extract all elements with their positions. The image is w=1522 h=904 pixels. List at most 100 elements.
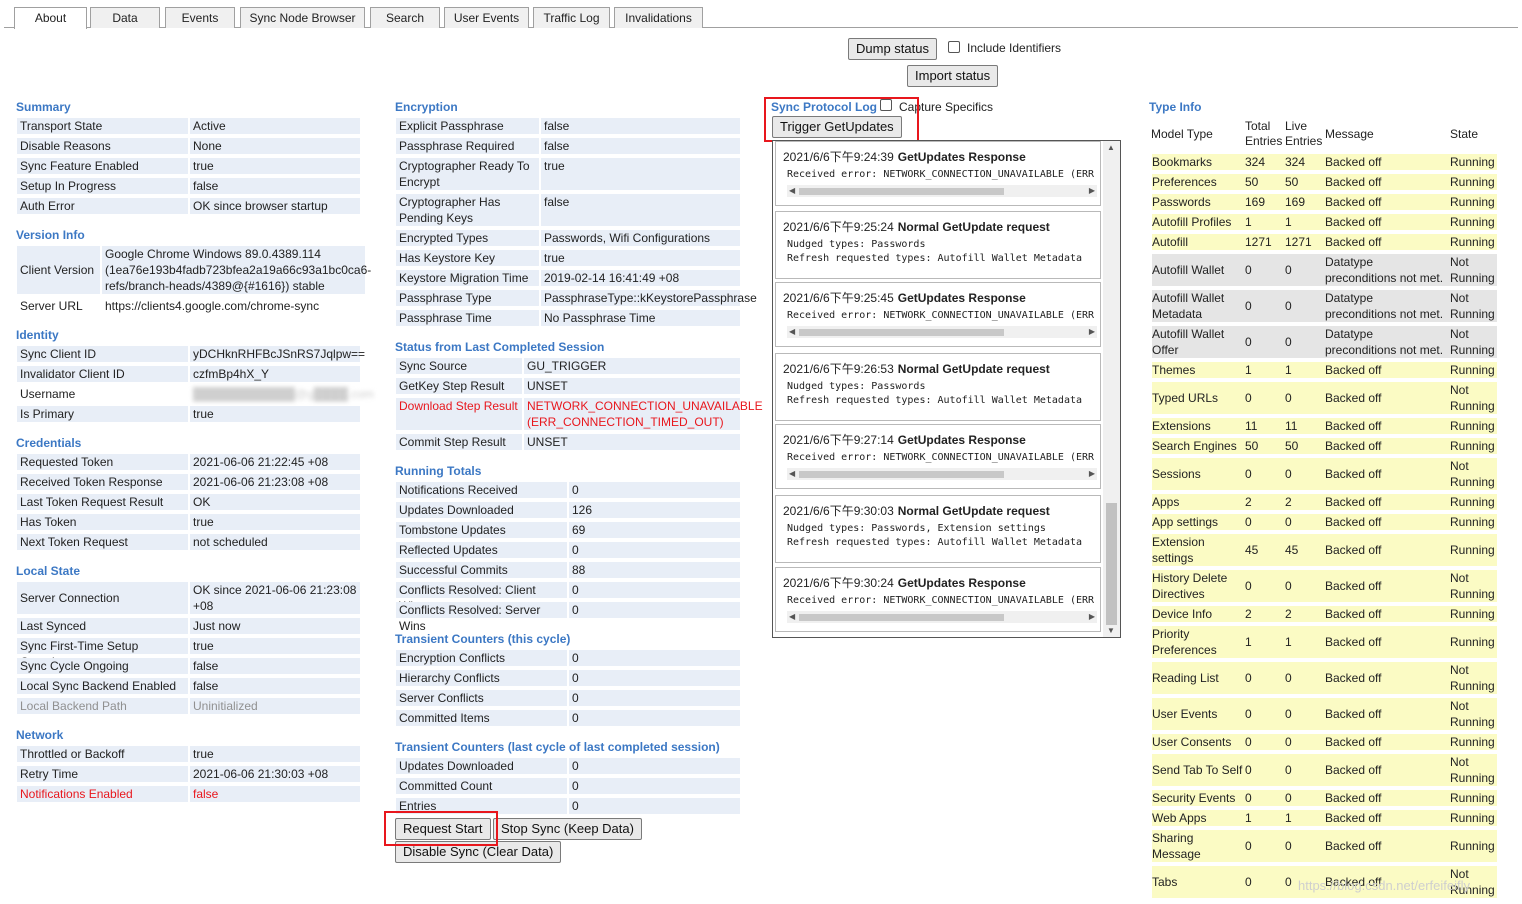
row-label: Committed Items	[396, 710, 567, 726]
row-label: Has Keystore Key	[396, 250, 539, 266]
type-info-row: App settings 0 0 Backed off Running	[1152, 514, 1497, 530]
scroll-right-icon[interactable]: ▶	[1089, 468, 1095, 480]
log-entry-hscroll[interactable]: ◀ ▶	[787, 185, 1097, 197]
row-label: Cryptographer Has Pending Keys	[396, 194, 539, 226]
type-info-cell: Not Running	[1450, 699, 1495, 729]
tab-events[interactable]: Events	[165, 7, 235, 28]
type-info-cell: 1	[1245, 215, 1252, 229]
log-scroll-thumb[interactable]	[1106, 503, 1117, 625]
type-info-cell: Running	[1450, 495, 1495, 509]
log-entry-hscroll[interactable]: ◀ ▶	[787, 326, 1097, 338]
type-info-header-cell: State	[1450, 127, 1479, 141]
row-label: Requested Token	[17, 454, 188, 470]
type-info-cell: Backed off	[1325, 175, 1382, 189]
log-entry[interactable]: 2021/6/6下午9:27:14 GetUpdates Response Rece…	[775, 424, 1101, 489]
tab-invalidations[interactable]: Invalidations	[614, 7, 703, 28]
type-info-cell: Themes	[1152, 363, 1196, 377]
type-info-row: Bookmarks 324 324 Backed off Running	[1152, 154, 1497, 170]
log-entry[interactable]: 2021/6/6下午9:24:39 GetUpdates Response Rece…	[775, 141, 1101, 206]
hscroll-thumb[interactable]	[799, 329, 1004, 336]
type-info-cell: Backed off	[1325, 467, 1382, 481]
tab-data[interactable]: Data	[90, 7, 160, 28]
row-label: Notifications Enabled	[17, 786, 188, 802]
type-info-cell: Datatype preconditions not met.	[1325, 291, 1444, 321]
scroll-right-icon[interactable]: ▶	[1089, 611, 1095, 623]
type-info-header-cell: Message	[1325, 127, 1374, 141]
row-label: Client Version	[17, 246, 100, 294]
type-info-row: Autofill 1271 1271 Backed off Running	[1152, 234, 1497, 250]
hscroll-thumb[interactable]	[799, 188, 1004, 195]
log-entry[interactable]: 2021/6/6下午9:30:24 GetUpdates Response Rece…	[775, 567, 1101, 632]
log-vertical-scrollbar[interactable]: ▲ ▼	[1103, 141, 1120, 637]
row-value: Just now	[190, 618, 360, 634]
type-info-row: Passwords 169 169 Backed off Running	[1152, 194, 1497, 210]
type-info-cell: Not Running	[1450, 255, 1495, 285]
scroll-down-icon[interactable]: ▼	[1107, 626, 1115, 635]
scroll-left-icon[interactable]: ◀	[789, 468, 795, 480]
tab-user-events[interactable]: User Events	[444, 7, 529, 28]
type-info-cell: 0	[1285, 579, 1292, 593]
type-info-cell: 1	[1285, 635, 1292, 649]
type-info-row: User Consents 0 0 Backed off Running	[1152, 734, 1497, 750]
type-info-cell: Backed off	[1325, 635, 1382, 649]
row-value: GU_TRIGGER	[524, 358, 740, 374]
log-entry-hscroll[interactable]: ◀ ▶	[787, 611, 1097, 623]
row-label: Tombstone Updates	[396, 522, 567, 538]
type-info-row: Security Events 0 0 Backed off Running	[1152, 790, 1497, 806]
type-info-cell: Apps	[1152, 495, 1180, 509]
type-info-row: Autofill Wallet 0 0 Datatype preconditions n…	[1152, 254, 1497, 286]
row-label: Retry Time	[17, 766, 188, 782]
type-info-cell: 2	[1245, 607, 1252, 621]
scroll-left-icon[interactable]: ◀	[789, 611, 795, 623]
hscroll-thumb[interactable]	[799, 614, 1004, 621]
row-label: Local Sync Backend Enabled	[17, 678, 188, 694]
log-entry-time: 2021/6/6下午9:27:14	[783, 433, 894, 447]
log-entry-time: 2021/6/6下午9:26:53	[783, 362, 894, 376]
log-entry[interactable]: 2021/6/6下午9:25:24 Normal GetUpdate reques…	[775, 211, 1101, 279]
type-info-cell: User Events	[1152, 707, 1218, 721]
scroll-right-icon[interactable]: ▶	[1089, 185, 1095, 197]
scroll-left-icon[interactable]: ◀	[789, 185, 795, 197]
type-info-cell: Running	[1450, 607, 1495, 621]
row-value: UNSET	[524, 434, 740, 450]
type-info-cell: Sessions	[1152, 467, 1201, 481]
row-value: 0	[569, 690, 740, 706]
row-value: 0	[569, 670, 740, 686]
tab-sync-node-browser[interactable]: Sync Node Browser	[240, 7, 365, 28]
stop-sync-button[interactable]: Stop Sync (Keep Data)	[493, 818, 642, 840]
protocol-log-panel[interactable]: ▲ ▼ 2021/6/6下午9:24:39 GetUpdates Response…	[772, 140, 1121, 638]
row-value: 0	[569, 650, 740, 666]
type-info-row: Typed URLs 0 0 Backed off Not Running	[1152, 382, 1497, 414]
row-value: true	[541, 158, 740, 190]
row-label: Disable Reasons	[17, 138, 188, 154]
hscroll-thumb[interactable]	[799, 471, 1004, 478]
type-info-cell: Backed off	[1325, 195, 1382, 209]
type-info-cell: Backed off	[1325, 735, 1382, 749]
type-info-cell: 45	[1245, 543, 1259, 557]
tab-about[interactable]: About	[14, 7, 87, 29]
type-info-row: Autofill Wallet Metadata 0 0 Datatype precond…	[1152, 290, 1497, 322]
scroll-right-icon[interactable]: ▶	[1089, 326, 1095, 338]
import-status-button[interactable]: Import status	[907, 65, 999, 87]
type-info-cell: History Delete Directives	[1152, 571, 1228, 601]
log-entry-hscroll[interactable]: ◀ ▶	[787, 468, 1097, 480]
row-label: Conflicts Resolved: Server Wins	[396, 602, 567, 633]
scroll-up-icon[interactable]: ▲	[1107, 143, 1115, 152]
type-info-cell: Running	[1450, 419, 1495, 433]
type-info-cell: Running	[1450, 635, 1495, 649]
row-label: Received Token Response	[17, 474, 188, 490]
row-label: Keystore Migration Time	[396, 270, 539, 286]
log-entry[interactable]: 2021/6/6下午9:26:53 Normal GetUpdate reques…	[775, 353, 1101, 421]
scroll-left-icon[interactable]: ◀	[789, 326, 795, 338]
tab-search[interactable]: Search	[370, 7, 440, 28]
type-info-cell: 169	[1245, 195, 1266, 209]
row-value: NETWORK_CONNECTION_UNAVAILABLE (ERR_CONNE…	[524, 398, 763, 430]
dump-status-button[interactable]: Dump status	[848, 38, 937, 60]
type-info-cell: Backed off	[1325, 811, 1382, 825]
row-value: Uninitialized	[190, 698, 360, 714]
include-identifiers-checkbox[interactable]	[948, 41, 960, 53]
tab-traffic-log[interactable]: Traffic Log	[533, 7, 610, 28]
log-entry[interactable]: 2021/6/6下午9:30:03 Normal GetUpdate reques…	[775, 495, 1101, 563]
type-info-row: Themes 1 1 Backed off Running	[1152, 362, 1497, 378]
log-entry[interactable]: 2021/6/6下午9:25:45 GetUpdates Response Rece…	[775, 282, 1101, 347]
